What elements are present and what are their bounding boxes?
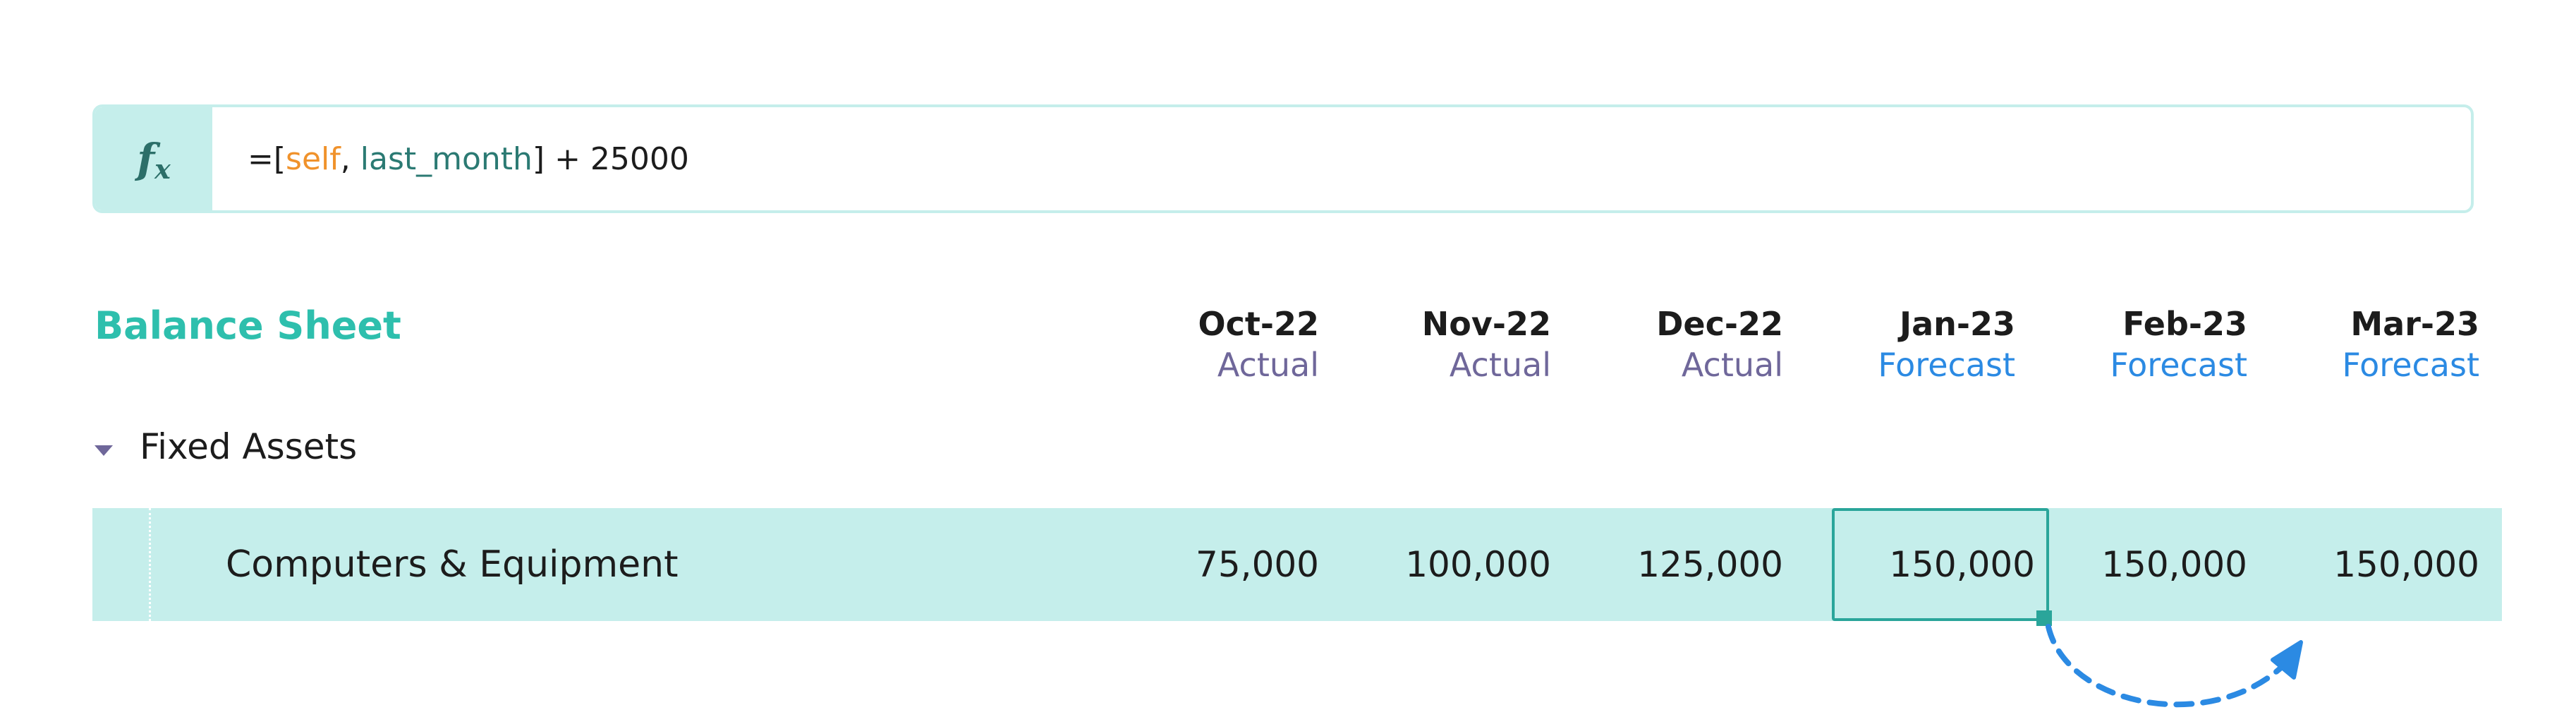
formula-prefix: =[ xyxy=(248,140,286,177)
column-kind: Forecast xyxy=(2110,346,2247,384)
column-month: Jan-23 xyxy=(1899,305,2015,343)
cell-mar-23[interactable]: 150,000 xyxy=(2268,508,2479,621)
formula-input[interactable]: =[self, last_month] + 25000 xyxy=(248,141,689,177)
column-header-oct-22[interactable]: Oct-22 Actual xyxy=(1107,303,1319,385)
column-header-feb-23[interactable]: Feb-23 Forecast xyxy=(2036,303,2247,385)
column-kind: Forecast xyxy=(2342,346,2479,384)
fx-icon-f: f xyxy=(137,135,155,183)
column-header-nov-22[interactable]: Nov-22 Actual xyxy=(1339,303,1551,385)
cell-oct-22[interactable]: 75,000 xyxy=(1107,508,1319,621)
row-label: Computers & Equipment xyxy=(226,543,679,586)
formula-suffix: ] + 25000 xyxy=(532,140,689,177)
formula-token-last-month: last_month xyxy=(360,140,533,177)
indent-guide xyxy=(149,508,151,621)
column-kind: Forecast xyxy=(1878,346,2015,384)
column-header-jan-23[interactable]: Jan-23 Forecast xyxy=(1804,303,2015,385)
cell-feb-23[interactable]: 150,000 xyxy=(2036,508,2247,621)
cell-jan-23-selected[interactable]: 150,000 xyxy=(1832,508,2049,621)
column-kind: Actual xyxy=(1449,346,1551,384)
group-label: Fixed Assets xyxy=(140,426,358,467)
column-month: Dec-22 xyxy=(1656,305,1783,343)
group-row-fixed-assets[interactable]: Fixed Assets xyxy=(95,426,357,467)
column-month: Mar-23 xyxy=(2350,305,2479,343)
cell-nov-22[interactable]: 100,000 xyxy=(1339,508,1551,621)
formula-token-self: self xyxy=(286,140,341,177)
column-kind: Actual xyxy=(1681,346,1783,384)
column-header-dec-22[interactable]: Dec-22 Actual xyxy=(1572,303,1783,385)
fill-handle[interactable] xyxy=(2036,610,2052,626)
formula-bar: fx =[self, last_month] + 25000 xyxy=(92,104,2474,213)
cell-dec-22[interactable]: 125,000 xyxy=(1572,508,1783,621)
column-kind: Actual xyxy=(1217,346,1319,384)
fx-icon[interactable]: fx xyxy=(95,107,212,210)
fx-icon-x: x xyxy=(154,152,171,185)
column-month: Feb-23 xyxy=(2122,305,2247,343)
caret-down-icon[interactable] xyxy=(95,445,113,456)
column-header-mar-23[interactable]: Mar-23 Forecast xyxy=(2268,303,2479,385)
column-month: Oct-22 xyxy=(1198,305,1319,343)
column-month: Nov-22 xyxy=(1421,305,1551,343)
formula-separator: , xyxy=(340,140,360,177)
sheet-title: Balance Sheet xyxy=(95,303,401,348)
